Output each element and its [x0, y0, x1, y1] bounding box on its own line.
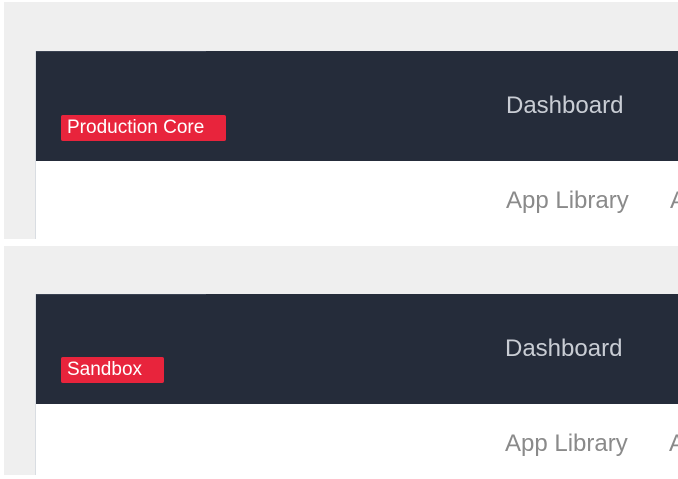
app-window: Production Core Dashboard App Library A [35, 51, 678, 239]
sub-navbar: App Library A [36, 404, 678, 475]
subnav-link-clipped[interactable]: A [669, 429, 678, 459]
subnav-link-clipped[interactable]: A [670, 186, 678, 216]
app-window: Sandbox Dashboard App Library A [35, 294, 678, 475]
nav-link-dashboard[interactable]: Dashboard [505, 334, 622, 364]
panel-sandbox: Sandbox Dashboard App Library A [4, 246, 678, 475]
top-navbar: Production Core Dashboard [36, 51, 678, 161]
top-navbar: Sandbox Dashboard [36, 294, 678, 404]
subnav-link-app-library[interactable]: App Library [505, 429, 628, 459]
environment-badge: Sandbox [61, 357, 165, 383]
panel-production: Production Core Dashboard App Library A [4, 2, 678, 239]
sub-navbar: App Library A [36, 161, 678, 239]
subnav-link-app-library[interactable]: App Library [506, 186, 629, 216]
screenshot-stage: Production Core Dashboard App Library A … [0, 0, 678, 479]
environment-badge: Production Core [61, 115, 227, 141]
navbar-divider [36, 294, 206, 295]
nav-link-dashboard[interactable]: Dashboard [506, 91, 623, 121]
navbar-divider [36, 51, 206, 52]
